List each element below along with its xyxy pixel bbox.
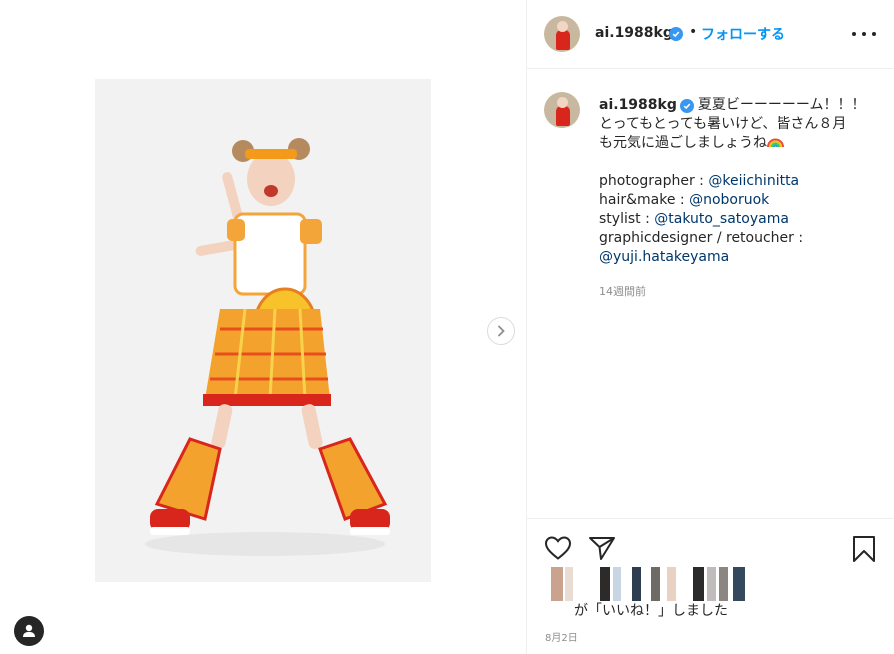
liker-avatar bbox=[632, 567, 641, 601]
next-image-button[interactable] bbox=[487, 317, 515, 345]
hair-mention[interactable]: @noboruok bbox=[689, 192, 769, 208]
caption-avatar[interactable] bbox=[544, 92, 580, 128]
caption-timestamp[interactable]: 14週間前 bbox=[599, 283, 646, 299]
caption-line-3: も元気に過ごしましょうね bbox=[599, 135, 767, 151]
photographer-mention[interactable]: @keiichinitta bbox=[708, 173, 799, 189]
liker-avatar bbox=[551, 567, 563, 601]
liker-avatar bbox=[667, 567, 676, 601]
header-username[interactable]: ai.1988kg bbox=[595, 25, 673, 41]
verified-badge-icon bbox=[669, 27, 683, 41]
ellipsis-icon-dot bbox=[872, 32, 876, 36]
bookmark-icon bbox=[853, 536, 875, 562]
follow-button[interactable]: フォローする bbox=[701, 24, 785, 44]
like-button[interactable] bbox=[544, 535, 572, 565]
liker-avatar bbox=[651, 567, 660, 601]
liker-avatar bbox=[613, 567, 621, 601]
media-pane bbox=[0, 0, 526, 654]
caption-area: ai.1988kg 夏夏ビーーーーーム！！！ とってもとっても暑いけど、皆さん８月… bbox=[527, 70, 894, 518]
post-date[interactable]: 8月2日 bbox=[545, 629, 578, 644]
liker-avatars-blurred[interactable] bbox=[547, 567, 827, 603]
stylist-label: stylist : bbox=[599, 211, 655, 227]
caption-line-2: とってもとっても暑いけど、皆さん８月 bbox=[599, 116, 847, 132]
liker-avatar bbox=[733, 567, 745, 601]
stylist-mention[interactable]: @takuto_satoyama bbox=[654, 211, 789, 227]
separator-dot: • bbox=[689, 24, 698, 40]
tagged-users-button[interactable] bbox=[14, 616, 44, 646]
liker-avatar bbox=[719, 567, 728, 601]
save-button[interactable] bbox=[852, 535, 876, 567]
paper-plane-icon bbox=[589, 537, 615, 560]
liker-avatar bbox=[707, 567, 716, 601]
caption-text: ai.1988kg 夏夏ビーーーーーム！！！ とってもとっても暑いけど、皆さん８月… bbox=[599, 96, 884, 267]
action-section: が「いいね！」しました 8月2日 bbox=[527, 518, 894, 654]
post-photo[interactable] bbox=[95, 79, 431, 582]
liker-avatar bbox=[693, 567, 704, 601]
rainbow-emoji bbox=[767, 135, 784, 148]
ellipsis-icon-dot bbox=[862, 32, 866, 36]
post-header: ai.1988kg • フォローする bbox=[527, 0, 894, 69]
caption-line-1: 夏夏ビーーーーーム！！！ bbox=[697, 97, 866, 113]
more-options-button[interactable] bbox=[852, 25, 876, 43]
post-sidebar: ai.1988kg • フォローする ai.1988kg 夏夏ビーーーーーム！！！… bbox=[527, 0, 894, 654]
user-tag-icon bbox=[23, 624, 35, 637]
hair-label: hair&make : bbox=[599, 192, 690, 208]
liker-avatar bbox=[600, 567, 610, 601]
liked-by-text: が「いいね！」しました bbox=[574, 603, 728, 619]
liker-avatar bbox=[565, 567, 573, 601]
photo-illustration bbox=[95, 79, 431, 582]
verified-badge-icon bbox=[679, 99, 694, 113]
designer-mention[interactable]: @yuji.hatakeyama bbox=[599, 249, 729, 265]
share-button[interactable] bbox=[588, 535, 616, 565]
designer-label: graphicdesigner / retoucher : bbox=[599, 230, 804, 246]
ellipsis-icon-dot bbox=[852, 32, 856, 36]
heart-icon bbox=[544, 536, 572, 560]
avatar[interactable] bbox=[544, 16, 580, 52]
photographer-label: photographer : bbox=[599, 173, 709, 189]
caption-username[interactable]: ai.1988kg bbox=[599, 97, 677, 113]
chevron-right-icon bbox=[498, 325, 505, 337]
